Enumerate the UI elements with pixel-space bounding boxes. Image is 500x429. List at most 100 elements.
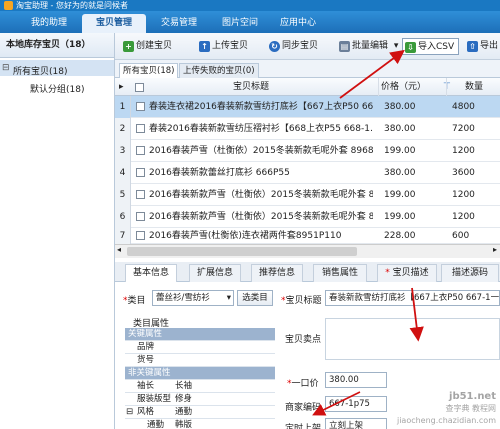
watermark: jb51.net 查字典 教程网 jiaocheng.chazidian.com bbox=[397, 391, 496, 427]
table-row[interactable]: 4 2016春装新款蕾丝打底衫 666P55 380.00 3600 bbox=[115, 162, 500, 184]
merchant-code-input[interactable]: 667-1p75 bbox=[325, 396, 387, 412]
attribute-row[interactable]: 袖长 长袖 bbox=[125, 380, 275, 393]
collapse-icon[interactable]: ⊟ bbox=[126, 406, 133, 419]
row-checkbox[interactable] bbox=[136, 124, 145, 133]
item-filter-tabs: 所有宝贝(18) 上传失败的宝贝(0) bbox=[115, 60, 500, 79]
tab-item-description[interactable]: * 宝贝描述 bbox=[377, 264, 437, 282]
tab-recommend-info[interactable]: 推荐信息 bbox=[251, 264, 303, 282]
export-label: 导出 bbox=[480, 41, 499, 51]
attribute-key: 袖长 bbox=[137, 381, 155, 391]
attribute-row[interactable]: 货号 bbox=[125, 354, 275, 367]
table-row[interactable]: 5 2016春装新款芦雪（杜衡依）2015冬装新款毛呢外套 896… 199.0… bbox=[115, 184, 500, 206]
row-price: 199.00 bbox=[384, 146, 416, 156]
attribute-key: 品牌 bbox=[137, 342, 155, 352]
sync-item-label: 同步宝贝 bbox=[282, 41, 319, 51]
batch-edit-icon: ▤ bbox=[339, 41, 350, 52]
row-qty: 1200 bbox=[452, 212, 475, 222]
row-qty: 1200 bbox=[452, 146, 475, 156]
export-icon: ⇧ bbox=[467, 41, 478, 52]
sync-item-button[interactable]: ↻ 同步宝贝 bbox=[267, 38, 318, 55]
price-input[interactable]: 380.00 bbox=[325, 372, 387, 388]
scroll-right-arrow-icon[interactable]: ▸ bbox=[493, 245, 497, 254]
collapse-icon[interactable]: ⊟ bbox=[2, 63, 10, 73]
row-title: 2016春装新款芦雪（杜衡依）2015冬装新款毛呢外套 896… bbox=[149, 190, 373, 200]
row-price: 199.00 bbox=[384, 212, 416, 222]
row-number: 3 bbox=[115, 140, 131, 162]
select-all-checkbox[interactable] bbox=[135, 83, 144, 92]
attribute-value: 修身 bbox=[175, 394, 193, 404]
nav-tab-trade-management[interactable]: 交易管理 bbox=[148, 14, 210, 33]
row-title: 春装连衣裙2016春装新款雪纺打底衫【667上衣P50 667-1 bbox=[149, 102, 373, 112]
category-select[interactable]: 蕾丝衫/雪纺衫 ▾ bbox=[152, 290, 234, 306]
row-checkbox[interactable] bbox=[136, 102, 145, 111]
sidebar-header: 本地库存宝贝（18） bbox=[0, 33, 114, 58]
tab-sales-attributes[interactable]: 销售属性 bbox=[313, 264, 367, 282]
row-checkbox[interactable] bbox=[136, 212, 145, 221]
merchant-code-label: 商家编码 bbox=[285, 403, 322, 413]
row-title: 2016春装芦雪（杜衡依）2015冬装新款毛呢外套 8968P1… bbox=[149, 146, 373, 156]
upload-item-label: 上传宝贝 bbox=[212, 41, 249, 51]
attribute-key: 货号 bbox=[137, 355, 155, 365]
column-qty-header[interactable]: 数量 bbox=[465, 78, 483, 96]
attribute-row[interactable]: 通勤 韩版 bbox=[125, 419, 275, 429]
table-row[interactable]: 2 春装2016春装新款雪纺压褶衬衫【668上衣P55 668-1… 380.0… bbox=[115, 118, 500, 140]
row-checkbox[interactable] bbox=[136, 168, 145, 177]
category-attributes-table: 关键属性 品牌 货号 非关键属性 袖长 长袖 服装版型 修身 ⊟ 风格 通勤 通… bbox=[125, 328, 275, 429]
column-title-header[interactable]: 宝贝标题 bbox=[233, 78, 269, 96]
import-csv-button[interactable]: ⇩ 导入CSV bbox=[402, 38, 460, 55]
sidebar-item-all-items[interactable]: 所有宝贝(18) bbox=[13, 64, 67, 77]
attribute-row[interactable]: ⊟ 风格 通勤 bbox=[125, 406, 275, 419]
selling-point-label: 宝贝卖点 bbox=[285, 335, 322, 345]
dropdown-arrow-icon[interactable]: ▾ bbox=[394, 41, 399, 51]
row-number: 5 bbox=[115, 184, 131, 206]
row-price: 380.00 bbox=[384, 168, 416, 178]
row-number: 1 bbox=[115, 96, 131, 118]
create-item-label: 创建宝贝 bbox=[136, 41, 173, 51]
tab-basic-info[interactable]: 基本信息 bbox=[125, 264, 177, 282]
table-row[interactable]: 3 2016春装芦雪（杜衡依）2015冬装新款毛呢外套 8968P1… 199.… bbox=[115, 140, 500, 162]
selling-point-input[interactable] bbox=[325, 318, 500, 360]
sidebar-item-default-group[interactable]: 默认分组(18) bbox=[30, 82, 84, 95]
tab-upload-failed[interactable]: 上传失败的宝贝(0) bbox=[179, 63, 259, 78]
chevron-down-icon: ▾ bbox=[226, 293, 231, 303]
column-price-header[interactable]: 价格（元） bbox=[381, 78, 426, 96]
attribute-value: 韩版 bbox=[175, 420, 193, 429]
main-nav: 我的助理 宝贝管理 交易管理 图片空间 应用中心 bbox=[0, 11, 500, 33]
row-checkbox[interactable] bbox=[136, 231, 145, 240]
timed-listing-select[interactable]: 立刻上架 bbox=[325, 418, 387, 429]
item-title-input[interactable]: 春装新款雪纺打底衫【667上衣P50 667-1一套 bbox=[325, 290, 500, 306]
tab-description-source[interactable]: 描述源码 bbox=[441, 264, 499, 282]
nav-tab-my-assistant[interactable]: 我的助理 bbox=[18, 14, 80, 33]
row-checkbox[interactable] bbox=[136, 146, 145, 155]
nav-tab-app-center[interactable]: 应用中心 bbox=[270, 14, 326, 33]
row-title: 春装2016春装新款雪纺压褶衬衫【668上衣P55 668-1… bbox=[149, 124, 373, 134]
table-row[interactable]: 1 春装连衣裙2016春装新款雪纺打底衫【667上衣P50 667-1 380.… bbox=[115, 96, 500, 118]
row-qty: 4800 bbox=[452, 102, 475, 112]
select-category-button[interactable]: 选类目 bbox=[237, 290, 273, 306]
grid-horizontal-scrollbar[interactable]: ◂ ▸ bbox=[115, 244, 500, 258]
create-item-button[interactable]: + 创建宝贝 bbox=[121, 38, 172, 55]
tab-item-description-label: 宝贝描述 bbox=[392, 268, 429, 278]
upload-item-button[interactable]: ↑ 上传宝贝 bbox=[197, 38, 248, 55]
table-row[interactable]: 7 2016春装芦雪(杜衡依)连衣裙两件套8951P110 228.00 600 bbox=[115, 228, 500, 244]
watermark-line: 查字典 教程网 bbox=[445, 404, 496, 413]
import-csv-label: 导入CSV bbox=[418, 42, 455, 52]
detail-tabs: 基本信息 扩展信息 推荐信息 销售属性 * 宝贝描述 描述源码 bbox=[115, 262, 500, 282]
collapse-all-icon[interactable]: ▸ bbox=[119, 78, 124, 96]
attribute-row[interactable]: 服装版型 修身 bbox=[125, 393, 275, 406]
nav-tab-item-management[interactable]: 宝贝管理 bbox=[82, 14, 146, 33]
tab-all-items[interactable]: 所有宝贝(18) bbox=[119, 63, 179, 79]
scrollbar-thumb[interactable] bbox=[127, 247, 357, 256]
row-number: 7 bbox=[115, 228, 131, 244]
tab-extended-info[interactable]: 扩展信息 bbox=[189, 264, 241, 282]
row-number: 2 bbox=[115, 118, 131, 140]
scroll-left-arrow-icon[interactable]: ◂ bbox=[117, 245, 121, 254]
required-marker: * bbox=[385, 268, 390, 278]
attribute-row[interactable]: 品牌 bbox=[125, 341, 275, 354]
table-row[interactable]: 6 2016春装新款芦雪（杜衡依）2015冬装新款毛呢外套 896… 199.0… bbox=[115, 206, 500, 228]
batch-edit-button[interactable]: ▤ 批量编辑 ▾ bbox=[337, 38, 398, 55]
row-checkbox[interactable] bbox=[136, 190, 145, 199]
export-button[interactable]: ⇧ 导出 bbox=[465, 38, 498, 55]
nav-tab-image-space[interactable]: 图片空间 bbox=[210, 14, 270, 33]
row-qty: 600 bbox=[452, 231, 470, 241]
